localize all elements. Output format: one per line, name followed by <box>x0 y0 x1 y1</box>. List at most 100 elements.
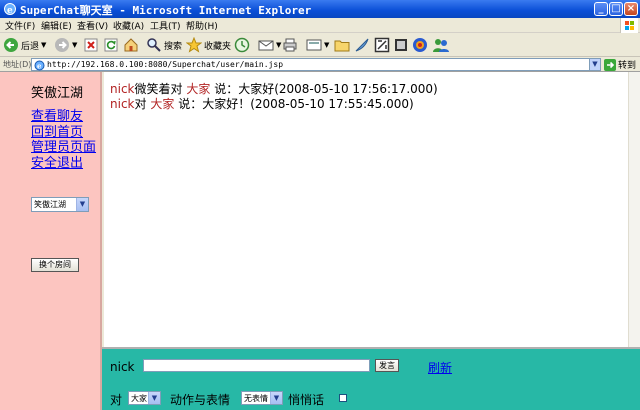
refresh-page-button[interactable] <box>104 36 118 54</box>
edit-button[interactable]: ▼ <box>306 36 329 54</box>
tool-button-4[interactable] <box>412 36 428 54</box>
message-text: 说：大家好(2008-05-10 17:56:17.000) <box>214 82 438 96</box>
menu-file[interactable]: 文件(F) <box>5 19 35 32</box>
screenshot-icon <box>374 37 390 53</box>
back-button[interactable]: 后退 ▼ <box>3 36 46 54</box>
mail-button[interactable]: ▼ <box>258 36 281 54</box>
tool-button-1[interactable] <box>354 36 370 54</box>
close-button[interactable]: × <box>624 2 638 16</box>
chevron-down-icon: ▼ <box>148 392 160 404</box>
toolbar: 后退 ▼ ▼ 搜索 收藏夹 ▼ ▼ <box>0 33 640 57</box>
room-select-value: 笑傲江湖 <box>34 200 66 209</box>
whisper-checkbox[interactable] <box>339 394 347 402</box>
home-button[interactable] <box>123 36 139 54</box>
address-url: http://192.168.0.100:8080/Superchat/user… <box>47 60 284 69</box>
message-input[interactable] <box>143 359 370 372</box>
forward-arrow-icon <box>55 38 69 52</box>
message-list: nick微笑着对 大家 说：大家好(2008-05-10 17:56:17.00… <box>110 82 620 112</box>
print-icon <box>283 38 297 52</box>
whisper-label: 悄悄话 <box>288 393 325 407</box>
refresh-link[interactable]: 刷新 <box>428 359 452 376</box>
message-target: 大家 <box>186 82 211 96</box>
chevron-down-icon: ▼ <box>72 41 78 49</box>
chevron-down-icon: ▼ <box>324 41 330 49</box>
book-icon <box>395 39 407 51</box>
forward-button[interactable]: ▼ <box>54 36 77 54</box>
emotion-select[interactable]: 无表情 ▼ <box>241 391 283 405</box>
view-friends-link[interactable]: 查看聊友 <box>31 109 97 125</box>
mail-icon <box>258 40 274 51</box>
admin-page-link[interactable]: 管理员页面 <box>31 140 97 156</box>
menu-favorites[interactable]: 收藏(A) <box>113 19 144 32</box>
stop-icon <box>84 38 98 52</box>
go-label: 转到 <box>618 61 637 71</box>
menu-help[interactable]: 帮助(H) <box>186 19 218 32</box>
chevron-down-icon: ▼ <box>276 41 282 49</box>
logout-link[interactable]: 安全退出 <box>31 156 97 172</box>
back-label: 后退 <box>21 41 40 52</box>
address-dropdown-icon[interactable]: ▼ <box>589 59 600 70</box>
windows-logo-icon <box>620 18 638 33</box>
list-item: nick微笑着对 大家 说：大家好(2008-05-10 17:56:17.00… <box>110 82 620 97</box>
favorites-button[interactable]: 收藏夹 <box>186 36 231 54</box>
recipient-select[interactable]: 大家 ▼ <box>128 391 161 405</box>
message-scrollbar[interactable] <box>628 72 640 347</box>
favorites-label: 收藏夹 <box>204 41 232 52</box>
history-button[interactable] <box>234 36 250 54</box>
go-arrow-icon <box>604 58 616 71</box>
message-sender: nick <box>110 82 135 96</box>
recipient-select-value: 大家 <box>131 394 147 403</box>
chevron-down-icon: ▼ <box>270 392 282 404</box>
star-icon <box>186 37 202 53</box>
message-sender: nick <box>110 97 135 111</box>
address-bar: 地址(D) e http://192.168.0.100:8080/Superc… <box>0 57 640 72</box>
page-icon: e <box>34 60 45 71</box>
to-label: 对 <box>110 393 123 407</box>
stop-button[interactable] <box>84 36 98 54</box>
tool-button-5[interactable] <box>432 36 450 54</box>
tool-button-2[interactable] <box>374 36 390 54</box>
list-item: nick对 大家 说：大家好！(2008-05-10 17:55:45.000) <box>110 97 620 112</box>
maximize-button[interactable]: □ <box>609 2 623 16</box>
print-button[interactable] <box>282 36 298 54</box>
svg-text:e: e <box>7 6 13 16</box>
home-icon <box>124 38 138 52</box>
message-text: 说：大家好！(2008-05-10 17:55:45.000) <box>178 97 414 111</box>
search-button[interactable]: 搜索 <box>146 36 182 54</box>
address-label: 地址(D) <box>3 60 32 69</box>
address-input[interactable]: e http://192.168.0.100:8080/Superchat/us… <box>31 58 601 71</box>
messenger-icon <box>413 38 427 52</box>
chevron-down-icon: ▼ <box>76 198 88 211</box>
message-verb: 微笑着对 <box>134 82 183 96</box>
title-bar: e SuperChat聊天室 - Microsoft Internet Expl… <box>0 0 640 18</box>
history-icon <box>234 37 250 53</box>
home-page-link[interactable]: 回到首页 <box>31 125 97 141</box>
message-frame: nick微笑着对 大家 说：大家好(2008-05-10 17:56:17.00… <box>104 72 628 347</box>
menu-bar: 文件(F) 编辑(E) 查看(V) 收藏(A) 工具(T) 帮助(H) <box>0 18 640 33</box>
room-select[interactable]: 笑傲江湖 ▼ <box>31 197 89 212</box>
folder-icon <box>334 40 350 52</box>
minimize-button[interactable]: _ <box>594 2 608 16</box>
internet-explorer-icon: e <box>4 3 16 16</box>
message-verb: 对 <box>134 97 147 111</box>
back-arrow-icon <box>4 38 18 52</box>
change-room-button[interactable]: 换个房间 <box>31 258 79 272</box>
compose-frame: nick 发言 刷新 对 大家 ▼ 动作与表情 无表情 ▼ 悄悄话 <box>102 347 640 410</box>
window-title: SuperChat聊天室 - Microsoft Internet Explor… <box>20 4 312 17</box>
emotion-select-value: 无表情 <box>244 394 268 403</box>
menu-view[interactable]: 查看(V) <box>77 19 108 32</box>
message-target: 大家 <box>150 97 175 111</box>
menu-tools[interactable]: 工具(T) <box>150 19 181 32</box>
chevron-down-icon: ▼ <box>41 41 47 49</box>
sidebar-nav: 查看聊友 回到首页 管理员页面 安全退出 <box>31 109 97 171</box>
go-button[interactable]: 转到 <box>604 58 636 71</box>
menu-edit[interactable]: 编辑(E) <box>41 19 72 32</box>
nickname-label: nick <box>110 360 135 374</box>
edit-icon <box>306 39 322 51</box>
feather-icon <box>355 38 369 52</box>
svg-text:e: e <box>37 62 42 71</box>
send-button[interactable]: 发言 <box>375 359 399 372</box>
refresh-icon <box>104 38 118 52</box>
tool-button-3[interactable] <box>393 36 409 54</box>
discuss-button[interactable] <box>334 36 350 54</box>
